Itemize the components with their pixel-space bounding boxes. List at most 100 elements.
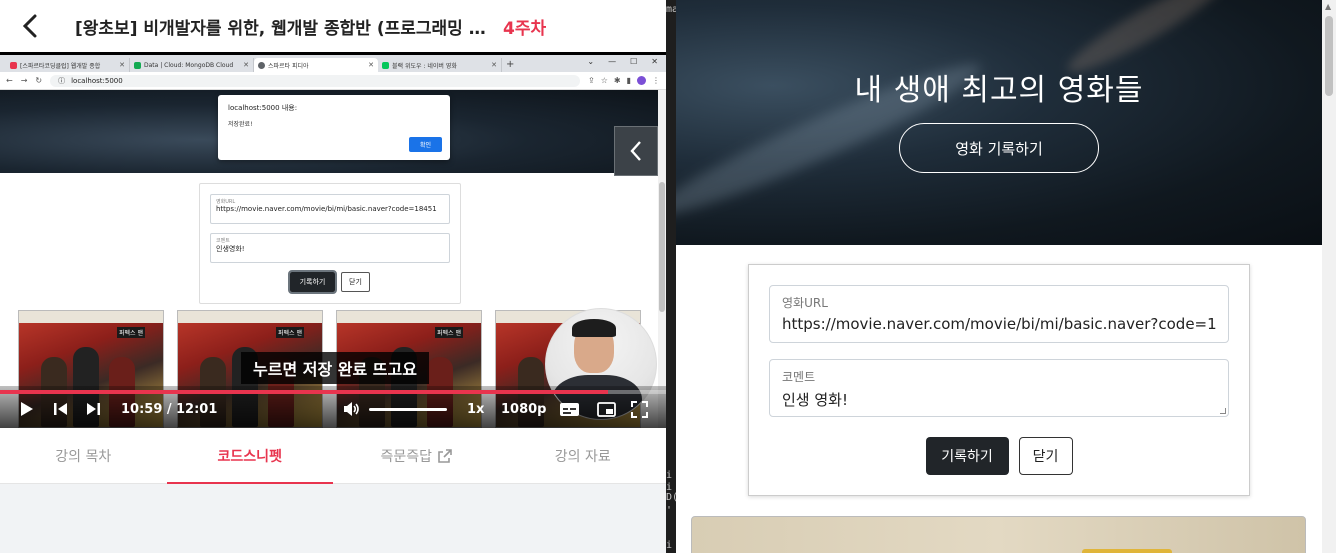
close-icon[interactable]: ✕ [119, 61, 125, 69]
inner-close-button[interactable]: 닫기 [341, 272, 370, 292]
scrollbar-thumb[interactable] [1325, 16, 1333, 96]
fullscreen-button[interactable] [631, 400, 648, 418]
quality-button[interactable]: 1080p [501, 400, 547, 418]
editor-strip: ma i i D( ' i [666, 0, 676, 553]
inner-form-buttons: 기록하기 닫기 [200, 270, 460, 294]
tab-code-snippets[interactable]: 코드스니펫 [166, 428, 334, 484]
fullscreen-icon [631, 400, 648, 418]
inner-save-button[interactable]: 기록하기 [288, 270, 337, 294]
forward-arrow-icon[interactable]: → [21, 76, 28, 85]
favicon-icon [382, 61, 389, 69]
live-page: 내 생애 최고의 영화들 영화 기록하기 영화URL https://movie… [676, 0, 1336, 553]
pip-button[interactable] [597, 400, 616, 418]
form-buttons: 기록하기 닫기 [749, 437, 1249, 475]
video-caption: 누르면 저장 완료 뜨고요 [241, 352, 429, 384]
chevron-left-icon [22, 14, 37, 38]
share-icon[interactable]: ⇪ [588, 76, 595, 85]
skip-forward-button[interactable] [86, 400, 101, 418]
browser-tab[interactable]: [스파르타코딩클럽] 웹개발 종합 ✕ [6, 58, 130, 72]
new-tab-button[interactable]: + [506, 58, 514, 72]
scrollbar-thumb[interactable] [659, 182, 665, 312]
duration: 12:01 [176, 401, 218, 417]
speed-button[interactable]: 1x [467, 400, 484, 418]
external-link-icon [438, 448, 452, 463]
maximize-icon[interactable]: ☐ [630, 57, 637, 66]
volume-slider[interactable] [369, 408, 447, 411]
minimize-icon[interactable]: — [608, 57, 616, 66]
open-form-button[interactable]: 영화 기록하기 [899, 123, 1099, 173]
lesson-header: [왕초보] 비개발자를 위한, 웹개발 종합반 (프로그래밍 실무... 4주차 [0, 0, 666, 52]
player-controls: 10:59 / 12:01 1x 1080p [0, 386, 666, 428]
video-player[interactable]: [스파르타코딩클럽] 웹개발 종합 ✕ Data | Cloud: MongoD… [0, 52, 666, 428]
inner-url-field[interactable]: 영화URL https://movie.naver.com/movie/bi/m… [210, 194, 450, 224]
hero-title: 내 생애 최고의 영화들 [854, 73, 1144, 108]
chevron-down-icon[interactable]: ⌄ [587, 57, 594, 66]
subtitles-icon [560, 402, 579, 416]
close-icon[interactable]: ✕ [651, 57, 658, 66]
sidebar-icon[interactable]: ▮ [627, 76, 631, 85]
current-time: 10:59 / [121, 401, 172, 417]
sidebar-toggle-button[interactable] [614, 126, 658, 176]
alert-message: 저장완료! [228, 121, 253, 128]
star-icon[interactable]: ☆ [601, 76, 608, 85]
alert-title: localhost:5000 내용: [228, 104, 298, 112]
hero-banner: 내 생애 최고의 영화들 영화 기록하기 [676, 0, 1322, 245]
alert-dialog: localhost:5000 내용: 저장완료! 확인 [218, 95, 450, 160]
back-button[interactable] [0, 0, 60, 52]
tab-materials[interactable]: 강의 자료 [500, 428, 667, 483]
skip-back-button[interactable] [53, 400, 68, 418]
browser-tab-active[interactable]: 스파르타 피디아 ✕ [254, 58, 378, 72]
lesson-week: 4주차 [503, 18, 547, 39]
lecture-pane: [왕초보] 비개발자를 위한, 웹개발 종합반 (프로그래밍 실무... 4주차… [0, 0, 666, 553]
volume-icon [344, 402, 359, 416]
chevron-left-icon [630, 141, 641, 161]
save-button[interactable]: 기록하기 [925, 437, 1009, 475]
favicon-icon [10, 61, 17, 69]
extensions-icon[interactable]: ✱ [614, 76, 621, 85]
browser-tabbar: [스파르타코딩클럽] 웹개발 종합 ✕ Data | Cloud: MongoD… [0, 55, 666, 72]
toolbar-icons: ⇪ ☆ ✱ ▮ ⋮ [588, 76, 660, 85]
favicon-icon [134, 61, 141, 69]
back-arrow-icon[interactable]: ← [6, 76, 13, 85]
inner-post-form: 영화URL https://movie.naver.com/movie/bi/m… [199, 183, 461, 304]
inner-comment-field[interactable]: 코멘트 인생영화! [210, 233, 450, 263]
profile-avatar[interactable] [637, 76, 646, 85]
browser-tab[interactable]: Data | Cloud: MongoDB Cloud ✕ [130, 58, 254, 72]
alert-ok-button[interactable]: 확인 [409, 137, 442, 152]
scroll-up-icon[interactable]: ▲ [1325, 2, 1331, 11]
picture-in-picture-icon [597, 401, 616, 417]
close-icon[interactable]: ✕ [243, 61, 249, 69]
browser-tab[interactable]: 블랙 위도우 : 네이버 영화 ✕ [378, 58, 502, 72]
lesson-title: [왕초보] 비개발자를 위한, 웹개발 종합반 (프로그래밍 실무... [75, 18, 495, 39]
tab-curriculum[interactable]: 강의 목차 [0, 428, 167, 483]
lesson-tabs: 강의 목차 코드스니펫 즉문즉답 강의 자료 [0, 428, 666, 484]
volume-button[interactable] [343, 400, 360, 418]
subtitles-button[interactable] [559, 400, 580, 418]
skip-forward-icon [87, 403, 100, 415]
progress-fill [0, 390, 609, 394]
tab-qna[interactable]: 즉문즉답 [333, 428, 500, 483]
menu-icon[interactable]: ⋮ [652, 76, 660, 85]
close-icon[interactable]: ✕ [491, 61, 497, 69]
close-button[interactable]: 닫기 [1018, 437, 1073, 475]
lesson-content-area [0, 484, 666, 553]
info-icon: ⓘ [58, 76, 66, 85]
close-icon[interactable]: ✕ [368, 61, 374, 69]
resize-handle[interactable] [1220, 408, 1226, 414]
window-controls: ⌄ — ☐ ✕ [587, 57, 658, 66]
favicon-icon [258, 61, 265, 69]
play-button[interactable] [20, 400, 34, 418]
screen: [왕초보] 비개발자를 위한, 웹개발 종합반 (프로그래밍 실무... 4주차… [0, 0, 1336, 553]
address-bar[interactable]: ⓘ localhost:5000 [50, 74, 581, 87]
play-icon [21, 402, 33, 416]
movie-card[interactable] [691, 516, 1306, 553]
reload-icon[interactable]: ↻ [35, 76, 42, 85]
page-scrollbar[interactable]: ▲ [1322, 0, 1336, 553]
progress-bar[interactable] [0, 390, 666, 394]
post-form: 영화URL https://movie.naver.com/movie/bi/m… [748, 264, 1250, 496]
comment-field[interactable]: 코멘트 인생 영화! [769, 359, 1229, 417]
inner-scrollbar[interactable] [658, 90, 666, 428]
browser-toolbar: ← → ↻ ⓘ localhost:5000 ⇪ ☆ ✱ ▮ ⋮ [0, 72, 666, 90]
url-field[interactable]: 영화URL https://movie.naver.com/movie/bi/m… [769, 285, 1229, 343]
skip-back-icon [54, 403, 67, 415]
